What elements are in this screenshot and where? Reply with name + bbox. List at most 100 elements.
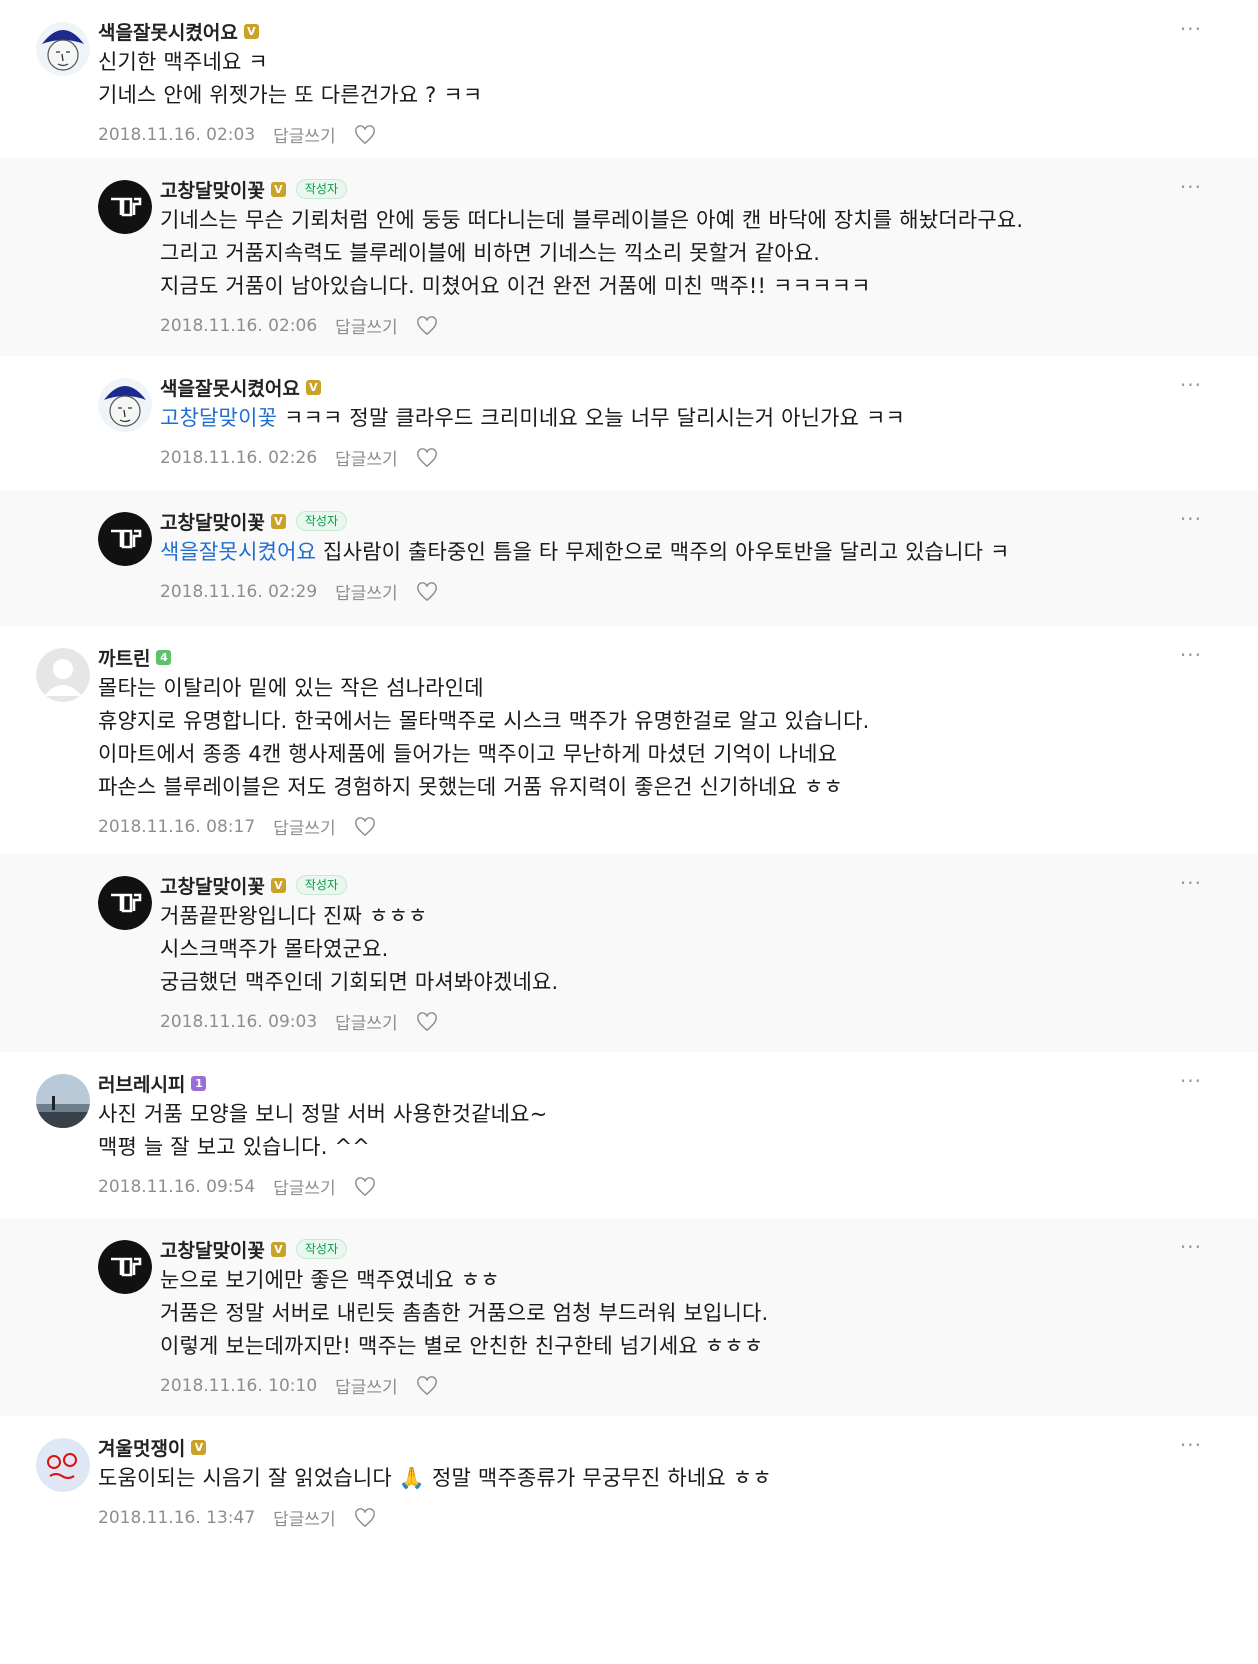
comment-time: 2018.11.16. 13:47 bbox=[98, 1507, 256, 1528]
comment-text: 거품끝판왕입니다 진짜 ㅎㅎㅎ 시스크맥주가 몰타였군요. 궁금했던 맥주인데 … bbox=[160, 900, 1198, 999]
comment: 겨울멋쟁이 V ··· 도움이되는 시음기 잘 읽었습니다 🙏 정말 맥주종류가 무궁… bbox=[0, 1416, 1258, 1556]
more-options-icon[interactable]: ··· bbox=[1180, 645, 1202, 665]
reply-button[interactable]: 답글쓰기 bbox=[335, 445, 398, 470]
like-heart-icon[interactable] bbox=[416, 581, 438, 602]
writer-tag: 작성자 bbox=[295, 511, 348, 531]
like-heart-icon[interactable] bbox=[354, 816, 376, 837]
writer-tag: 작성자 bbox=[295, 1239, 348, 1259]
like-heart-icon[interactable] bbox=[354, 1176, 376, 1197]
author-name[interactable]: 고창달맞이꽃 bbox=[160, 1236, 265, 1263]
comment-body: 집사람이 출타중인 틈을 타 무제한으로 맥주의 아우토반을 달리고 있습니다 … bbox=[316, 540, 1010, 564]
logo-avatar-icon[interactable] bbox=[98, 1240, 152, 1294]
like-heart-icon[interactable] bbox=[416, 1011, 438, 1032]
reply-button[interactable]: 답글쓰기 bbox=[335, 579, 398, 604]
more-options-icon[interactable]: ··· bbox=[1180, 375, 1202, 395]
comment-meta: 2018.11.16. 02:26 답글쓰기 bbox=[160, 445, 438, 470]
comment-text: 기네스는 무슨 기뢰처럼 안에 둥둥 떠다니는데 블루레이블은 아예 캔 바닥에… bbox=[160, 204, 1198, 303]
comment-time: 2018.11.16. 02:06 bbox=[160, 315, 318, 336]
more-options-icon[interactable]: ··· bbox=[1180, 19, 1202, 39]
author-name[interactable]: 고창달맞이꽃 bbox=[160, 872, 265, 899]
author-name[interactable]: 고창달맞이꽃 bbox=[160, 176, 265, 203]
member-level-badge-icon: V bbox=[270, 877, 286, 893]
comment-time: 2018.11.16. 08:17 bbox=[98, 816, 256, 837]
more-options-icon[interactable]: ··· bbox=[1180, 509, 1202, 529]
member-level-badge-icon: 4 bbox=[156, 649, 172, 665]
member-level-badge-icon: V bbox=[305, 379, 321, 395]
logo-avatar-icon[interactable] bbox=[98, 180, 152, 234]
comment-time: 2018.11.16. 02:03 bbox=[98, 124, 256, 145]
landscape-photo-icon[interactable] bbox=[36, 1074, 90, 1128]
reply-comment: 고창달맞이꽃 V 작성자 ··· 색을잘못시켰어요 집사람이 출타중인 틈을 타 무제한… bbox=[0, 490, 1258, 626]
comment-meta: 2018.11.16. 13:47 답글쓰기 bbox=[98, 1505, 376, 1530]
comment-meta: 2018.11.16. 10:10 답글쓰기 bbox=[160, 1373, 438, 1398]
comment-meta: 2018.11.16. 09:54 답글쓰기 bbox=[98, 1174, 376, 1199]
more-options-icon[interactable]: ··· bbox=[1180, 1071, 1202, 1091]
comment-meta: 2018.11.16. 02:29 답글쓰기 bbox=[160, 579, 438, 604]
member-level-badge-icon: V bbox=[270, 181, 286, 197]
drawing-face-icon[interactable] bbox=[36, 22, 90, 76]
member-level-badge-icon: V bbox=[243, 23, 259, 39]
comment-time: 2018.11.16. 09:54 bbox=[98, 1176, 256, 1197]
author-row: 고창달맞이꽃 V 작성자 bbox=[160, 176, 348, 203]
member-level-badge-icon: V bbox=[270, 1241, 286, 1257]
author-row: 색을잘못시켰어요 V bbox=[160, 374, 321, 400]
author-name[interactable]: 색을잘못시켰어요 bbox=[98, 18, 238, 45]
comment-text: 색을잘못시켰어요 집사람이 출타중인 틈을 타 무제한으로 맥주의 아우토반을 … bbox=[160, 536, 1198, 569]
comment-body: 기네스는 무슨 기뢰처럼 안에 둥둥 떠다니는데 블루레이블은 아예 캔 바닥에… bbox=[160, 208, 1024, 298]
logo-avatar-icon[interactable] bbox=[98, 512, 152, 566]
comment-body: 신기한 맥주네요 ㅋ 기네스 안에 위젯가는 또 다른건가요 ? ㅋㅋ bbox=[98, 50, 483, 107]
author-row: 색을잘못시켰어요 V bbox=[98, 18, 259, 44]
comment-text: 몰타는 이탈리아 밑에 있는 작은 섬나라인데 휴양지로 유명합니다. 한국에서… bbox=[98, 672, 1198, 804]
comment-text: 도움이되는 시음기 잘 읽었습니다 🙏 정말 맥주종류가 무궁무진 하네요 ㅎㅎ bbox=[98, 1462, 1198, 1495]
member-level-badge-icon: V bbox=[191, 1439, 207, 1455]
comment-body: 몰타는 이탈리아 밑에 있는 작은 섬나라인데 휴양지로 유명합니다. 한국에서… bbox=[98, 676, 870, 799]
like-heart-icon[interactable] bbox=[354, 124, 376, 145]
member-level-badge-icon: 1 bbox=[191, 1075, 207, 1091]
author-name[interactable]: 고창달맞이꽃 bbox=[160, 508, 265, 535]
more-options-icon[interactable]: ··· bbox=[1180, 177, 1202, 197]
logo-avatar-icon[interactable] bbox=[98, 876, 152, 930]
reply-button[interactable]: 답글쓰기 bbox=[273, 122, 336, 147]
like-heart-icon[interactable] bbox=[416, 1375, 438, 1396]
reply-button[interactable]: 답글쓰기 bbox=[273, 1174, 336, 1199]
comment-body: 사진 거품 모양을 보니 정말 서버 사용한것같네요~ 맥평 늘 잘 보고 있습… bbox=[98, 1102, 548, 1159]
author-name[interactable]: 색을잘못시켰어요 bbox=[160, 374, 300, 401]
comment-time: 2018.11.16. 09:03 bbox=[160, 1011, 318, 1032]
author-name[interactable]: 겨울멋쟁이 bbox=[98, 1434, 185, 1461]
more-options-icon[interactable]: ··· bbox=[1180, 1435, 1202, 1455]
reply-button[interactable]: 답글쓰기 bbox=[335, 1009, 398, 1034]
comment-body: 거품끝판왕입니다 진짜 ㅎㅎㅎ 시스크맥주가 몰타였군요. 궁금했던 맥주인데 … bbox=[160, 904, 559, 994]
comment-meta: 2018.11.16. 02:06 답글쓰기 bbox=[160, 313, 438, 338]
comment: 러브레시피 1 ··· 사진 거품 모양을 보니 정말 서버 사용한것같네요~ 맥평 … bbox=[0, 1052, 1258, 1218]
more-options-icon[interactable]: ··· bbox=[1180, 1237, 1202, 1257]
like-heart-icon[interactable] bbox=[354, 1507, 376, 1528]
author-name[interactable]: 까트린 bbox=[98, 644, 150, 671]
comment-time: 2018.11.16. 02:26 bbox=[160, 447, 318, 468]
reply-button[interactable]: 답글쓰기 bbox=[335, 313, 398, 338]
cartoon-face-icon[interactable] bbox=[36, 1438, 90, 1492]
author-row: 겨울멋쟁이 V bbox=[98, 1434, 207, 1461]
comment-time: 2018.11.16. 02:29 bbox=[160, 581, 318, 602]
reply-comment: 고창달맞이꽃 V 작성자 ··· 거품끝판왕입니다 진짜 ㅎㅎㅎ 시스크맥주가 몰타였군… bbox=[0, 854, 1258, 1052]
writer-tag: 작성자 bbox=[295, 179, 348, 199]
more-options-icon[interactable]: ··· bbox=[1180, 873, 1202, 893]
member-level-badge-icon: V bbox=[270, 513, 286, 529]
comment-text: 신기한 맥주네요 ㅋ 기네스 안에 위젯가는 또 다른건가요 ? ㅋㅋ bbox=[98, 46, 1198, 112]
default-avatar-icon[interactable] bbox=[36, 648, 90, 702]
reply-button[interactable]: 답글쓰기 bbox=[335, 1373, 398, 1398]
comment-meta: 2018.11.16. 02:03 답글쓰기 bbox=[98, 122, 376, 147]
comment-time: 2018.11.16. 10:10 bbox=[160, 1375, 318, 1396]
mention-link[interactable]: 고창달맞이꽃 bbox=[160, 406, 277, 430]
reply-button[interactable]: 답글쓰기 bbox=[273, 1505, 336, 1530]
comment-body: 도움이되는 시음기 잘 읽었습니다 🙏 정말 맥주종류가 무궁무진 하네요 ㅎㅎ bbox=[98, 1466, 772, 1490]
comment-body: 눈으로 보기에만 좋은 맥주였네요 ㅎㅎ 거품은 정말 서버로 내린듯 촘촘한 … bbox=[160, 1268, 769, 1358]
like-heart-icon[interactable] bbox=[416, 447, 438, 468]
reply-comment: 색을잘못시켰어요 V ··· 고창달맞이꽃 ㅋㅋㅋ 정말 클라우드 크리미네요 오늘 … bbox=[0, 356, 1258, 490]
drawing-face-icon[interactable] bbox=[98, 378, 152, 432]
mention-link[interactable]: 색을잘못시켰어요 bbox=[160, 540, 316, 564]
writer-tag: 작성자 bbox=[295, 875, 348, 895]
reply-button[interactable]: 답글쓰기 bbox=[273, 814, 336, 839]
comment-text: 고창달맞이꽃 ㅋㅋㅋ 정말 클라우드 크리미네요 오늘 너무 달리시는거 아닌가… bbox=[160, 402, 1198, 435]
like-heart-icon[interactable] bbox=[416, 315, 438, 336]
author-name[interactable]: 러브레시피 bbox=[98, 1070, 185, 1097]
